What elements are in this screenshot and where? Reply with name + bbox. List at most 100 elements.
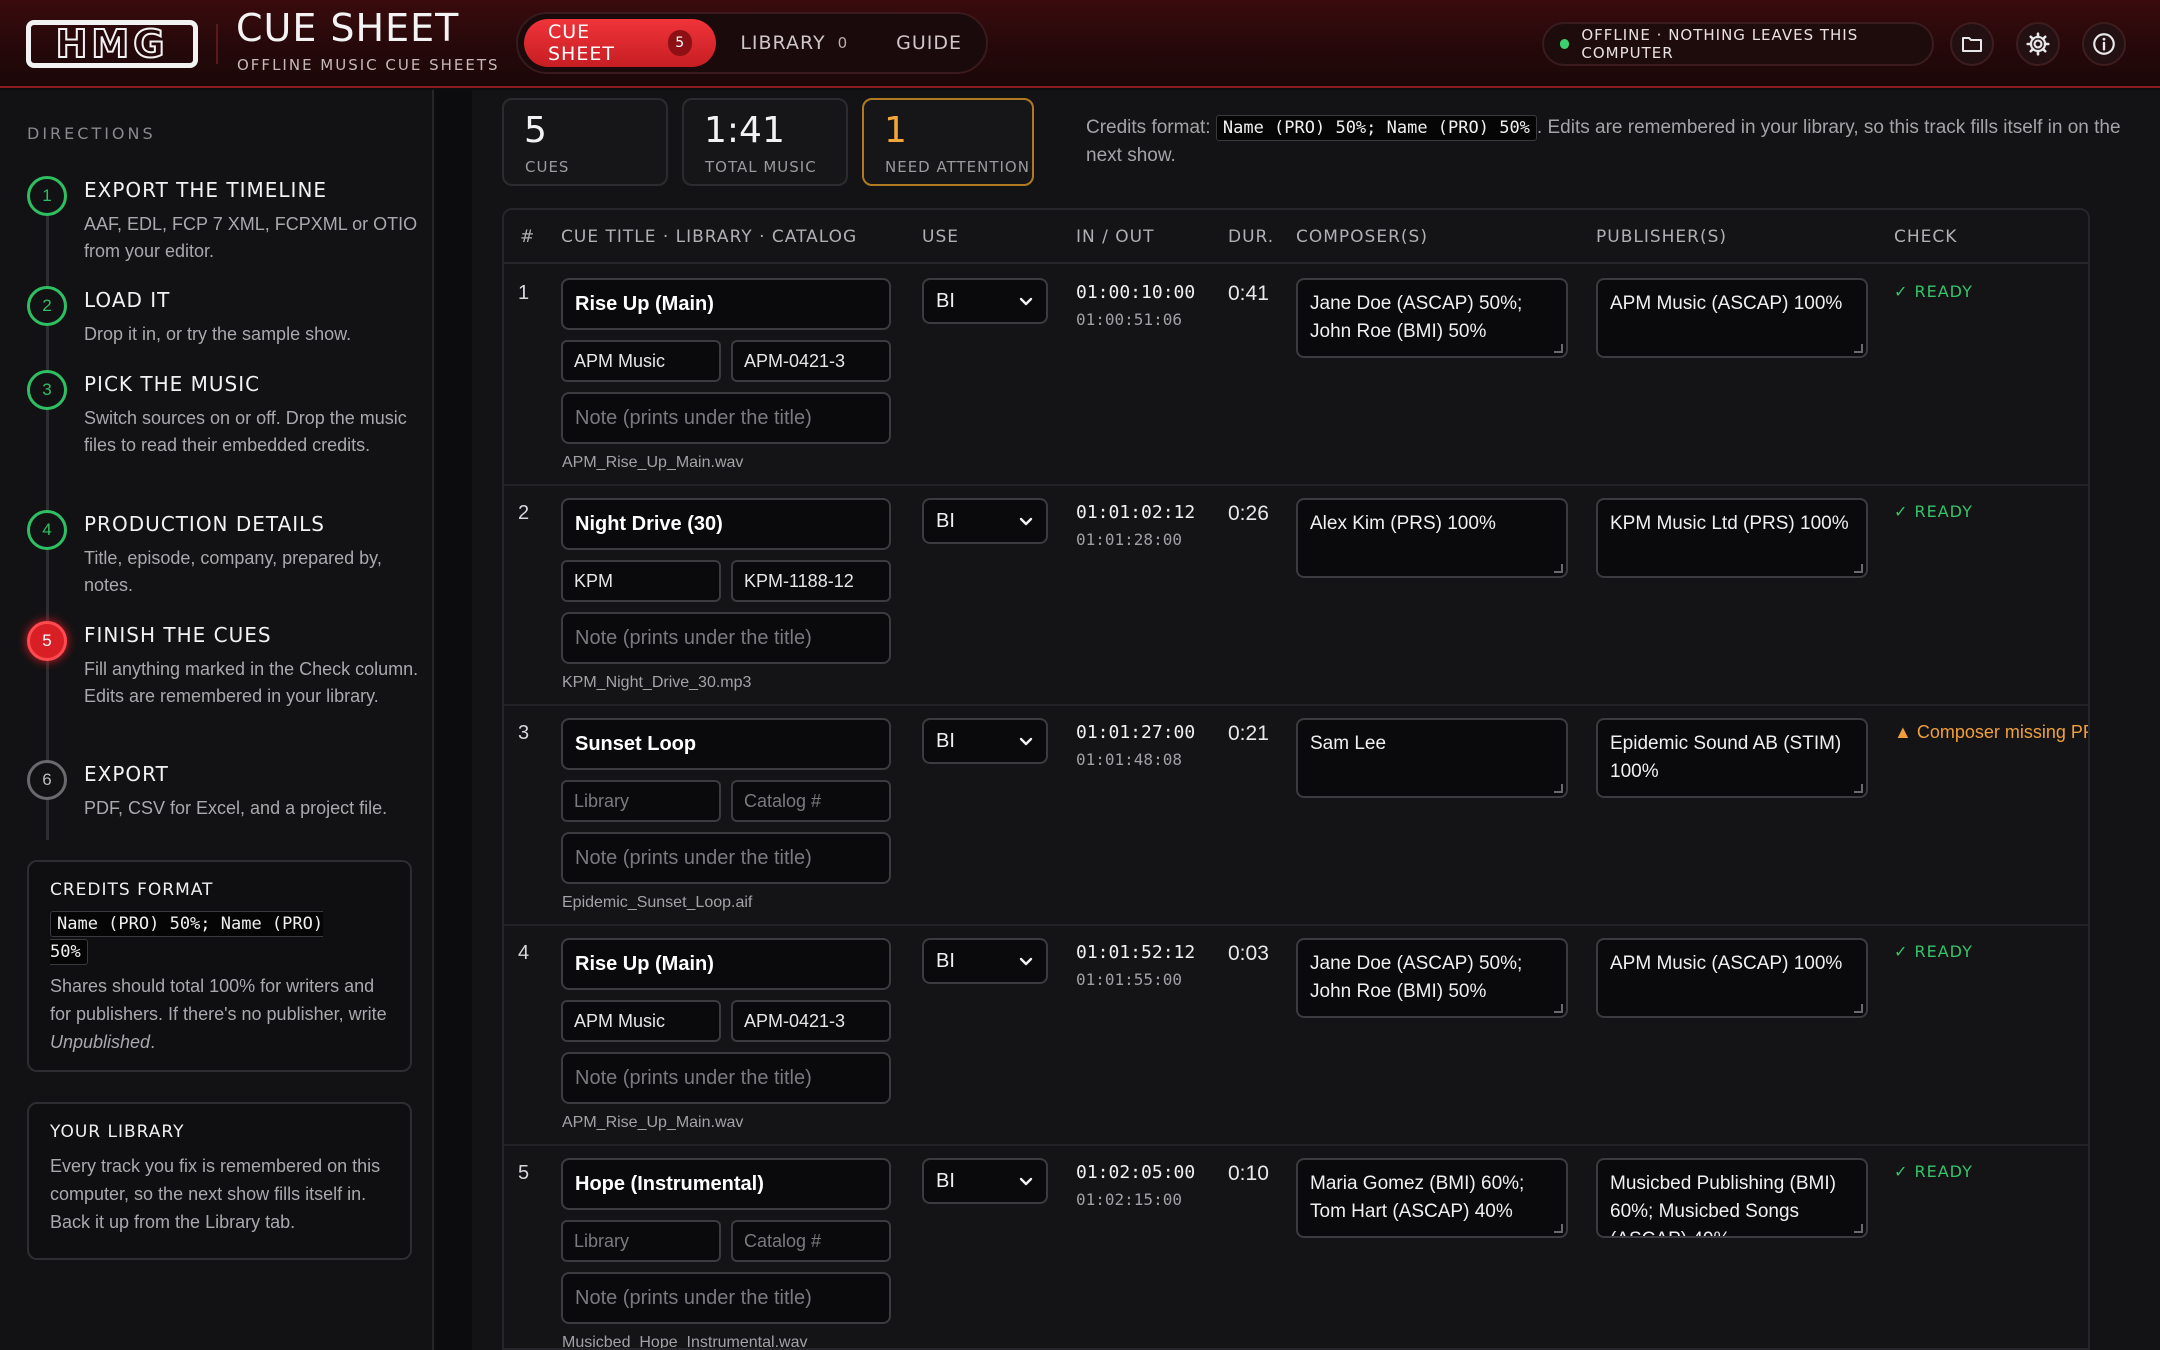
card-title: YOUR LIBRARY <box>50 1122 185 1142</box>
cue-duration: 0:10 <box>1228 1162 1269 1185</box>
cue-duration: 0:26 <box>1228 502 1269 525</box>
app-title: CUE SHEET <box>236 6 460 50</box>
composers-textarea[interactable]: Maria Gomez (BMI) 60%; Tom Hart (ASCAP) … <box>1296 1158 1568 1238</box>
library-input[interactable]: APM Music <box>561 340 721 382</box>
card-title: CREDITS FORMAT <box>50 880 214 900</box>
resize-handle-icon[interactable] <box>1554 1224 1563 1233</box>
resize-handle-icon[interactable] <box>1854 1004 1863 1013</box>
header-divider <box>216 24 218 64</box>
open-folder-button[interactable] <box>1950 22 1994 66</box>
column-header: IN / OUT <box>1076 227 1155 247</box>
column-header: DUR. <box>1228 227 1275 247</box>
timecode-in: 01:01:27:00 <box>1076 722 1196 743</box>
composers-value: Sam Lee <box>1310 733 1387 754</box>
step-number: 4 <box>27 510 67 550</box>
step-3: 3 PICK THE MUSIC Switch sources on or of… <box>27 370 417 480</box>
resize-handle-icon[interactable] <box>1854 784 1863 793</box>
note-input[interactable]: Note (prints under the title) <box>561 1052 891 1104</box>
info-button[interactable] <box>2082 22 2126 66</box>
cue-title-input[interactable]: Sunset Loop <box>561 718 891 770</box>
composers-textarea[interactable]: Sam Lee <box>1296 718 1568 798</box>
step-title: PRODUCTION DETAILS <box>84 512 325 536</box>
library-input[interactable]: KPM <box>561 560 721 602</box>
timecode-out: 01:01:28:00 <box>1076 530 1182 549</box>
tab-library[interactable]: LIBRARY 0 <box>716 19 872 67</box>
table-row: 4 Rise Up (Main) APM Music APM-0421-3 No… <box>504 926 2088 1146</box>
resize-handle-icon[interactable] <box>1554 1004 1563 1013</box>
use-select[interactable]: BI <box>922 498 1048 544</box>
resize-handle-icon[interactable] <box>1854 564 1863 573</box>
catalog-input[interactable]: KPM-1188-12 <box>731 560 891 602</box>
publishers-value: Epidemic Sound AB (STIM) 100% <box>1610 733 1842 782</box>
timecode-out: 01:01:48:08 <box>1076 750 1182 769</box>
step-number: 5 <box>27 621 67 661</box>
library-input[interactable]: Library <box>561 1220 721 1262</box>
step-description: PDF, CSV for Excel, and a project file. <box>84 798 388 818</box>
column-header: CHECK <box>1894 227 1958 247</box>
publishers-textarea[interactable]: Epidemic Sound AB (STIM) 100% <box>1596 718 1868 798</box>
stat-need-attention[interactable]: 1 NEED ATTENTION <box>862 98 1034 186</box>
card-text: Every track you fix is remembered on thi… <box>50 1156 381 1232</box>
timecode-in: 01:01:02:12 <box>1076 502 1196 523</box>
stat-cues: 5 CUES <box>502 98 668 186</box>
note-input[interactable]: Note (prints under the title) <box>561 832 891 884</box>
use-select-value: BI <box>936 289 955 312</box>
column-header: PUBLISHER(S) <box>1596 227 1728 247</box>
cue-title-input[interactable]: Rise Up (Main) <box>561 938 891 990</box>
note-input[interactable]: Note (prints under the title) <box>561 392 891 444</box>
publishers-textarea[interactable]: KPM Music Ltd (PRS) 100% <box>1596 498 1868 578</box>
info-icon <box>2093 33 2115 55</box>
table-header: # CUE TITLE · LIBRARY · CATALOG USE IN /… <box>504 210 2088 264</box>
offline-status-badge: OFFLINE · NOTHING LEAVES THIS COMPUTER <box>1542 22 1934 66</box>
cue-number: 3 <box>518 722 530 744</box>
gear-icon <box>2026 32 2050 56</box>
catalog-input[interactable]: APM-0421-3 <box>731 340 891 382</box>
resize-handle-icon[interactable] <box>1554 784 1563 793</box>
composers-value: Jane Doe (ASCAP) 50%; John Roe (BMI) 50% <box>1310 953 1523 1002</box>
tab-label: CUE SHEET <box>548 21 615 65</box>
chevron-down-icon <box>1019 737 1033 746</box>
step-number: 6 <box>27 760 67 800</box>
resize-handle-icon[interactable] <box>1554 564 1563 573</box>
catalog-input[interactable]: APM-0421-3 <box>731 1000 891 1042</box>
catalog-input[interactable]: Catalog # <box>731 1220 891 1262</box>
source-filename: APM_Rise_Up_Main.wav <box>562 1114 744 1131</box>
column-header: USE <box>922 227 959 247</box>
tab-guide[interactable]: GUIDE <box>872 19 986 67</box>
publishers-textarea[interactable]: Musicbed Publishing (BMI) 60%; Musicbed … <box>1596 1158 1868 1238</box>
stat-value: 1:41 <box>704 110 785 151</box>
composers-textarea[interactable]: Jane Doe (ASCAP) 50%; John Roe (BMI) 50% <box>1296 938 1568 1018</box>
use-select[interactable]: BI <box>922 718 1048 764</box>
resize-handle-icon[interactable] <box>1854 1224 1863 1233</box>
cue-title-input[interactable]: Hope (Instrumental) <box>561 1158 891 1210</box>
resize-handle-icon[interactable] <box>1854 344 1863 353</box>
library-input[interactable]: Library <box>561 780 721 822</box>
use-select[interactable]: BI <box>922 278 1048 324</box>
cue-title-input[interactable]: Night Drive (30) <box>561 498 891 550</box>
resize-handle-icon[interactable] <box>1554 344 1563 353</box>
library-input[interactable]: APM Music <box>561 1000 721 1042</box>
note-input[interactable]: Note (prints under the title) <box>561 612 891 664</box>
stat-label: NEED ATTENTION <box>885 158 1030 176</box>
use-select-value: BI <box>936 1169 955 1192</box>
catalog-input[interactable]: Catalog # <box>731 780 891 822</box>
publishers-textarea[interactable]: APM Music (ASCAP) 100% <box>1596 938 1868 1018</box>
use-select[interactable]: BI <box>922 1158 1048 1204</box>
publishers-textarea[interactable]: APM Music (ASCAP) 100% <box>1596 278 1868 358</box>
cue-title-input[interactable]: Rise Up (Main) <box>561 278 891 330</box>
step-title: FINISH THE CUES <box>84 623 272 647</box>
app-header: HMG CUE SHEET OFFLINE MUSIC CUE SHEETS C… <box>0 0 2160 88</box>
cue-duration: 0:03 <box>1228 942 1269 965</box>
source-filename: Epidemic_Sunset_Loop.aif <box>562 894 753 911</box>
step-description: Fill anything marked in the Check column… <box>84 659 419 706</box>
note-input[interactable]: Note (prints under the title) <box>561 1272 891 1324</box>
settings-button[interactable] <box>2016 22 2060 66</box>
step-number: 3 <box>27 370 67 410</box>
composers-textarea[interactable]: Alex Kim (PRS) 100% <box>1296 498 1568 578</box>
stat-label: CUES <box>525 158 570 176</box>
use-select[interactable]: BI <box>922 938 1048 984</box>
credits-format-card: CREDITS FORMAT Name (PRO) 50%; Name (PRO… <box>27 860 412 1072</box>
tab-cue-sheet[interactable]: CUE SHEET 5 <box>524 19 717 67</box>
composers-textarea[interactable]: Jane Doe (ASCAP) 50%; John Roe (BMI) 50% <box>1296 278 1568 358</box>
step-title: LOAD IT <box>84 288 171 312</box>
